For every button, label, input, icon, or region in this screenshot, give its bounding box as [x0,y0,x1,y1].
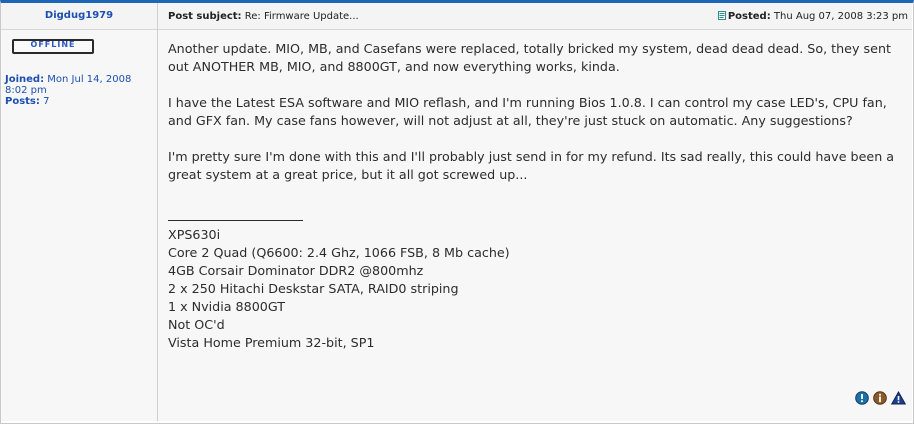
post-action-icons [855,390,907,409]
posts-line: Posts: 7 [5,96,155,107]
signature-divider [168,202,303,221]
signature-line: Not OC'd [168,317,225,332]
author-header: Digdug1979 [1,3,157,30]
offline-status-badge: OFFLINE [12,39,94,54]
report-icon[interactable] [855,390,869,409]
signature-line: 2 x 250 Hitachi Deskstar SATA, RAID0 str… [168,281,459,296]
subject-label: Post subject: [168,11,242,22]
post-header: Post subject: Re: Firmware Update... Pos… [158,3,912,30]
author-username[interactable]: Digdug1979 [1,10,157,21]
posts-label: Posts: [5,96,40,107]
signature-line: Core 2 Quad (Q6600: 2.4 Ghz, 1066 FSB, 8… [168,245,510,260]
post-paragraph: I have the Latest ESA software and MIO r… [168,95,887,128]
post-body: Another update. MIO, MB, and Casefans we… [168,40,903,352]
signature: XPS630i Core 2 Quad (Q6600: 2.4 Ghz, 106… [168,202,903,352]
post-paragraph: I'm pretty sure I'm done with this and I… [168,149,895,182]
subject-value: Re: Firmware Update... [244,11,359,22]
status-label: OFFLINE [30,40,76,49]
signature-line: Vista Home Premium 32-bit, SP1 [168,335,375,350]
warning-icon[interactable] [890,390,907,409]
posts-count: 7 [43,96,50,107]
posted-label: Posted: [727,11,771,22]
info-icon[interactable] [873,390,887,409]
signature-line: 1 x Nvidia 8800GT [168,299,285,314]
post-date: Posted: Thu Aug 07, 2008 3:23 pm [717,11,908,22]
post-link-icon[interactable] [717,11,726,20]
post-subject: Post subject: Re: Firmware Update... [168,11,359,22]
post-panel: Post subject: Re: Firmware Update... Pos… [158,3,912,421]
signature-line: XPS630i [168,227,221,242]
joined-line: Joined: Mon Jul 14, 2008 8:02 pm [5,74,155,96]
author-profile: Joined: Mon Jul 14, 2008 8:02 pm Posts: … [5,74,155,107]
signature-line: 4GB Corsair Dominator DDR2 @800mhz [168,263,424,278]
author-panel: Digdug1979 OFFLINE Joined: Mon Jul 14, 2… [1,3,158,421]
posted-value: Thu Aug 07, 2008 3:23 pm [773,11,908,22]
post-paragraph: Another update. MIO, MB, and Casefans we… [168,41,891,74]
joined-label: Joined: [5,74,45,85]
